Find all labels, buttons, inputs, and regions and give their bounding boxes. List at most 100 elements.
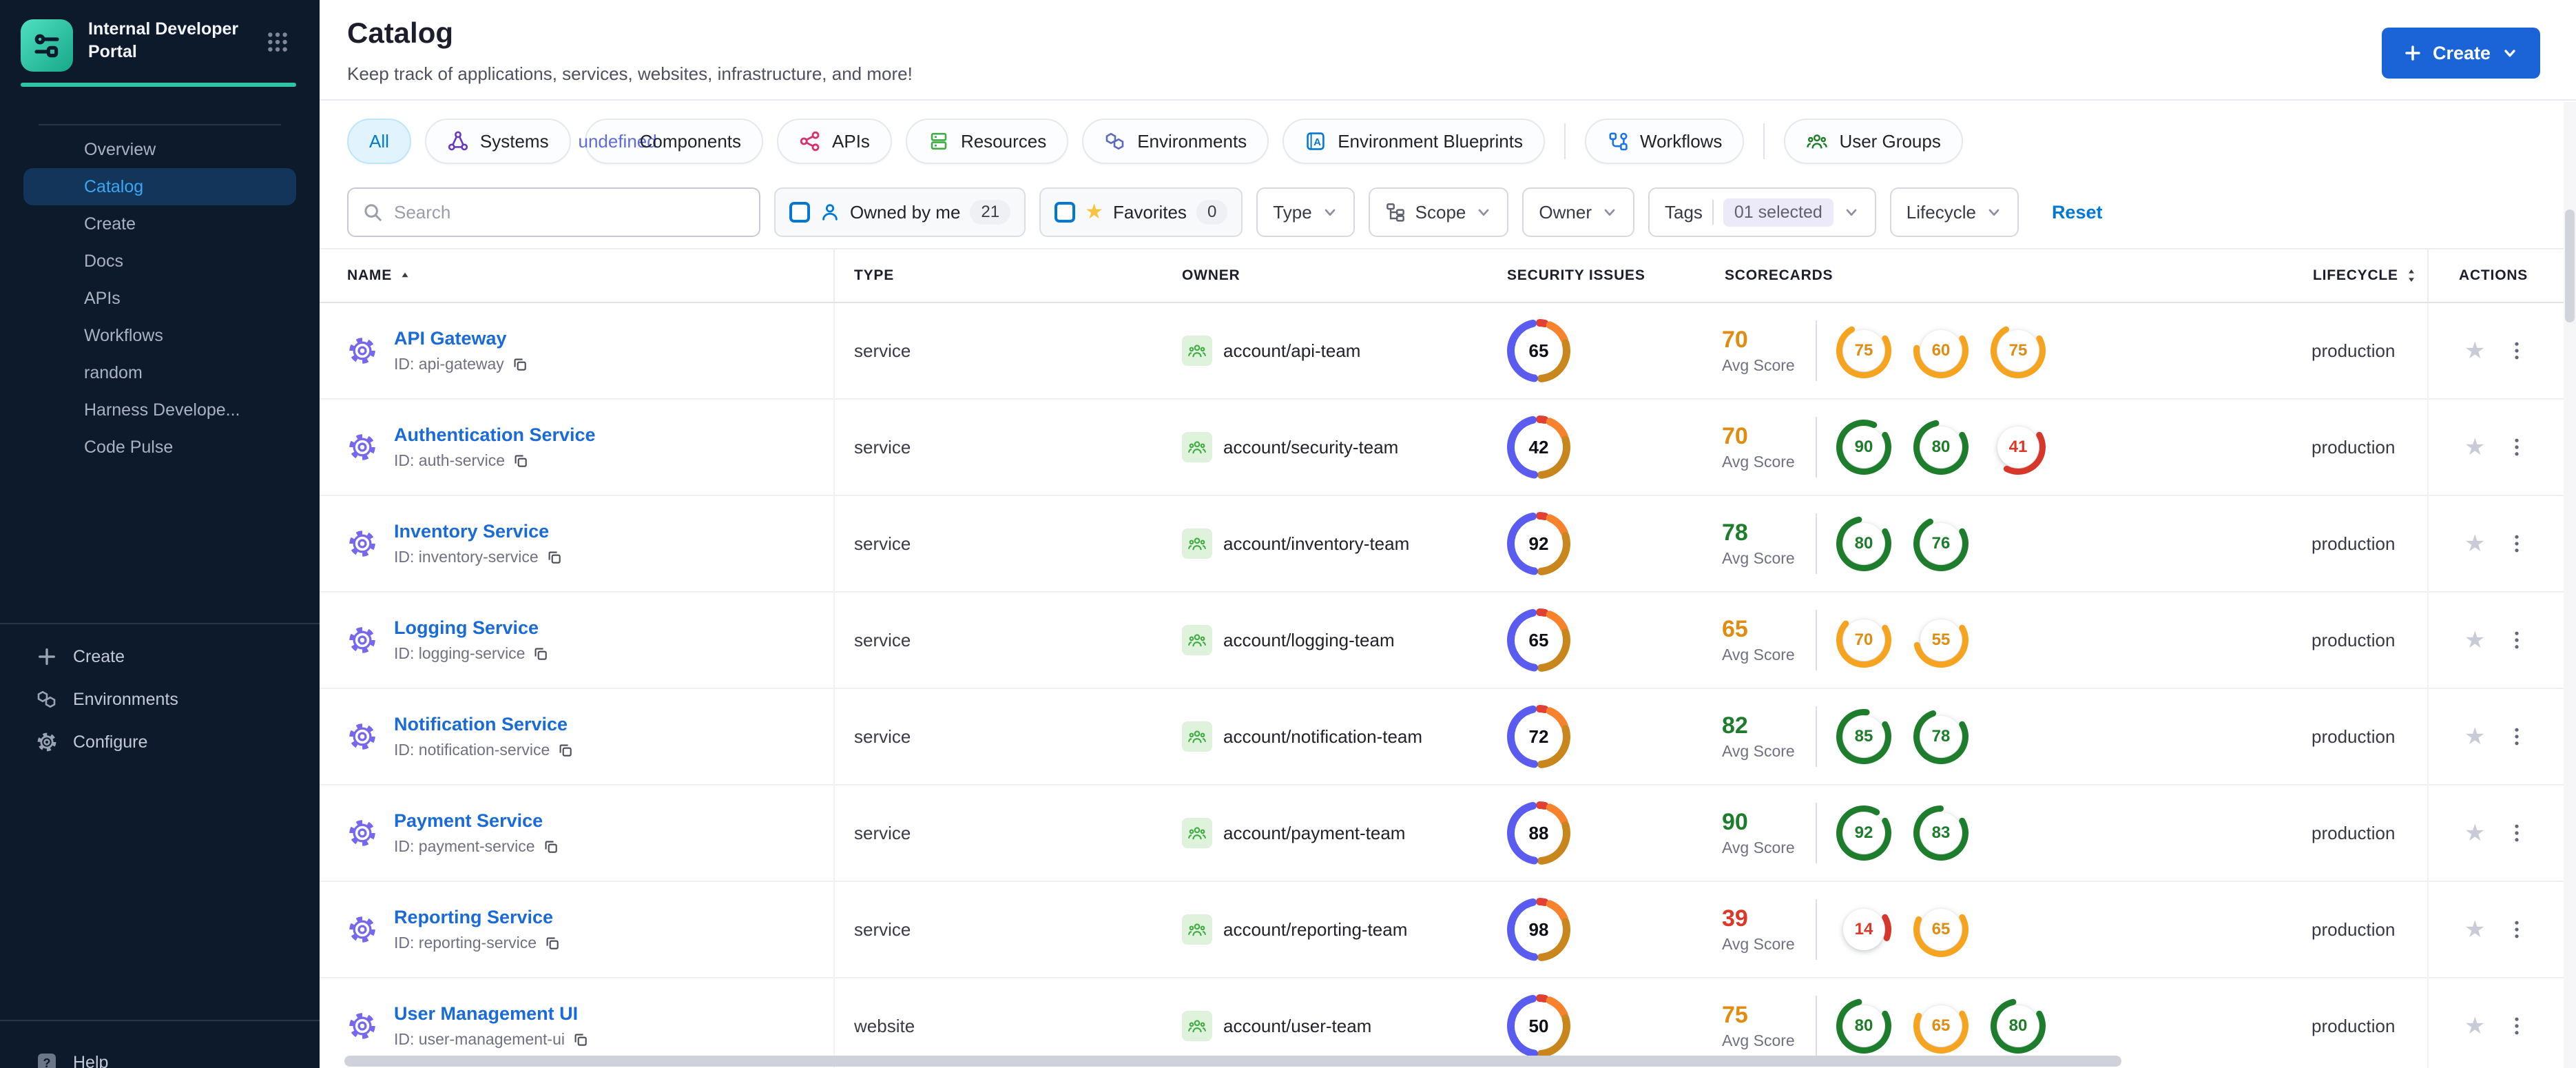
sidebar-item-harness-develope-[interactable]: Harness Develope... [23, 391, 296, 429]
tab-apis[interactable]: APIs [777, 119, 892, 164]
sidebar-item-docs[interactable]: Docs [23, 243, 296, 280]
entity-type: service [854, 436, 911, 458]
avg-score: 70 Avg Score [1722, 327, 1795, 374]
kebab-menu-icon[interactable] [2507, 340, 2526, 362]
table-row[interactable]: API Gateway ID: api-gateway service account… [320, 303, 2576, 400]
tab-workflows[interactable]: Workflows [1585, 119, 1745, 164]
search-input[interactable] [347, 187, 760, 237]
star-icon: ★ [1085, 201, 1104, 223]
copy-icon[interactable] [512, 357, 528, 372]
owned-by-me-filter[interactable]: Owned by me 21 [774, 187, 1026, 237]
sidebar-item-random[interactable]: random [23, 354, 296, 391]
reset-filters-link[interactable]: Reset [2052, 202, 2103, 223]
tab-user-groups[interactable]: User Groups [1784, 119, 1963, 164]
tab-environments[interactable]: Environments [1082, 119, 1269, 164]
divider [1816, 610, 1817, 670]
kebab-menu-icon[interactable] [2507, 726, 2526, 748]
kebab-menu-icon[interactable] [2507, 629, 2526, 651]
copy-icon[interactable] [543, 839, 559, 854]
svg-text:A: A [1313, 136, 1321, 148]
owner-group-icon [1182, 818, 1212, 848]
favorite-star-icon[interactable]: ★ [2464, 435, 2485, 459]
kebab-menu-icon[interactable] [2507, 1015, 2526, 1037]
sort-both-icon[interactable] [2405, 267, 2418, 284]
type-filter-dropdown[interactable]: Type [1256, 187, 1355, 237]
column-header-security-issues[interactable]: SECURITY ISSUES [1488, 267, 1708, 284]
sidebar-item-create[interactable]: Create [0, 635, 320, 678]
favorite-star-icon[interactable]: ★ [2464, 1014, 2485, 1038]
tab-resources[interactable]: Resources [905, 119, 1069, 164]
sidebar-item-environments[interactable]: Environments [0, 678, 320, 721]
app-switcher-grid-icon[interactable] [266, 30, 289, 59]
favorite-star-icon[interactable]: ★ [2464, 339, 2485, 362]
tab-systems[interactable]: Systems [424, 119, 571, 164]
lifecycle-value: production [2312, 918, 2396, 940]
column-header-scorecards[interactable]: SCORECARDS [1708, 267, 2300, 284]
table-row[interactable]: Authentication Service ID: auth-service se… [320, 400, 2576, 496]
sidebar-item-workflows[interactable]: Workflows [23, 317, 296, 354]
entity-name-link[interactable]: Payment Service [394, 810, 559, 832]
sidebar-item-create[interactable]: Create [23, 205, 296, 243]
tags-filter-dropdown[interactable]: Tags 01 selected [1648, 187, 1876, 237]
entity-name-link[interactable]: Logging Service [394, 617, 548, 639]
sidebar-item-configure[interactable]: Configure [0, 721, 320, 763]
column-header-owner[interactable]: OWNER [1163, 267, 1488, 284]
table-row[interactable]: Reporting Service ID: reporting-service se… [320, 882, 2576, 978]
lifecycle-filter-dropdown[interactable]: Lifecycle [1889, 187, 2019, 237]
favorites-filter[interactable]: ★ Favorites 0 [1039, 187, 1243, 237]
sort-asc-icon[interactable] [399, 269, 411, 282]
table-row[interactable]: Notification Service ID: notification-ser… [320, 689, 2576, 785]
tab-components[interactable]: undefined Components [578, 119, 764, 164]
copy-icon[interactable] [573, 1032, 588, 1047]
sidebar-item-overview[interactable]: Overview [23, 131, 296, 168]
column-header-name[interactable]: NAME [320, 249, 835, 302]
table-row[interactable]: Inventory Service ID: inventory-service se… [320, 496, 2576, 593]
search-field[interactable] [394, 201, 745, 223]
favorite-star-icon[interactable]: ★ [2464, 821, 2485, 845]
table-row[interactable]: Payment Service ID: payment-service servic… [320, 785, 2576, 882]
owner-filter-dropdown[interactable]: Owner [1522, 187, 1634, 237]
copy-icon[interactable] [533, 646, 548, 661]
sidebar-item-help[interactable]: ? Help [36, 1051, 108, 1068]
sidebar-item-code-pulse[interactable]: Code Pulse [23, 429, 296, 466]
scope-filter-dropdown[interactable]: Scope [1368, 187, 1509, 237]
copy-icon[interactable] [545, 936, 560, 951]
copy-icon[interactable] [547, 550, 562, 565]
vertical-scrollbar[interactable] [2564, 102, 2576, 1068]
table-row[interactable]: User Management UI ID: user-management-ui… [320, 978, 2576, 1068]
horizontal-scrollbar[interactable] [344, 1056, 2121, 1067]
tab-group-divider [1564, 123, 1566, 159]
copy-icon[interactable] [513, 453, 528, 469]
sidebar-item-apis[interactable]: APIs [23, 280, 296, 317]
kebab-menu-icon[interactable] [2507, 918, 2526, 941]
favorite-star-icon[interactable]: ★ [2464, 725, 2485, 748]
security-issues-donut: 65 [1507, 319, 1570, 382]
sidebar-item-catalog[interactable]: Catalog [23, 168, 296, 205]
component-gear-icon [347, 625, 377, 655]
entity-name-link[interactable]: Authentication Service [394, 424, 596, 446]
entity-name-link[interactable]: Reporting Service [394, 907, 560, 928]
tab-all[interactable]: All [347, 119, 411, 164]
kebab-menu-icon[interactable] [2507, 822, 2526, 844]
portal-logo-icon[interactable] [21, 19, 73, 72]
favorites-checkbox[interactable] [1055, 202, 1076, 223]
owned-by-me-checkbox[interactable] [789, 202, 810, 223]
security-issues-donut: 42 [1507, 415, 1570, 479]
entity-name-link[interactable]: Notification Service [394, 714, 573, 735]
copy-icon[interactable] [558, 743, 573, 758]
table-row[interactable]: Logging Service ID: logging-service servic… [320, 593, 2576, 689]
kebab-menu-icon[interactable] [2507, 533, 2526, 555]
entity-type: service [854, 822, 911, 843]
favorite-star-icon[interactable]: ★ [2464, 532, 2485, 555]
entity-name-link[interactable]: API Gateway [394, 328, 528, 349]
tab-label: Workflows [1640, 130, 1723, 152]
column-header-lifecycle[interactable]: LIFECYCLE [2300, 267, 2427, 284]
tab-environment-blueprints[interactable]: A Environment Blueprints [1282, 119, 1545, 164]
favorite-star-icon[interactable]: ★ [2464, 918, 2485, 941]
entity-name-link[interactable]: Inventory Service [394, 521, 562, 542]
entity-name-link[interactable]: User Management UI [394, 1003, 588, 1025]
favorite-star-icon[interactable]: ★ [2464, 628, 2485, 652]
kebab-menu-icon[interactable] [2507, 436, 2526, 458]
create-button[interactable]: Create [2381, 28, 2540, 79]
column-header-type[interactable]: TYPE [835, 267, 1163, 284]
